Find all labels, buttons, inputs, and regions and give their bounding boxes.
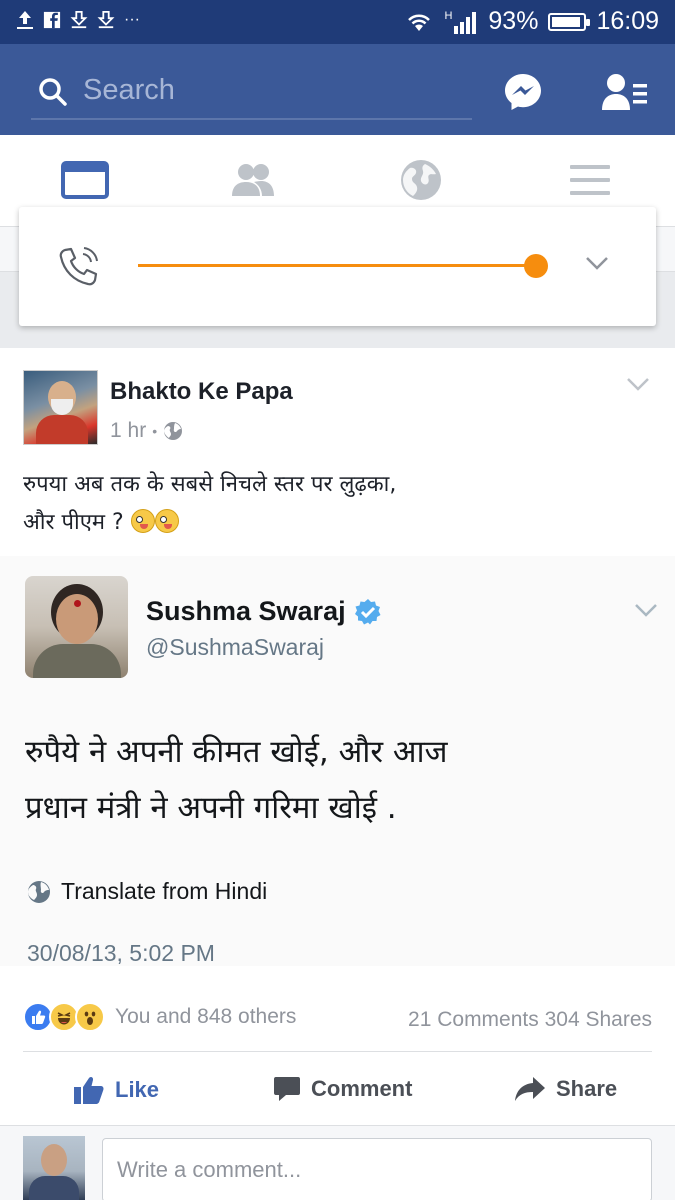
app-bar (0, 44, 675, 135)
tab-friends[interactable] (223, 155, 283, 205)
battery-fill (552, 16, 581, 27)
globe-icon (401, 160, 441, 200)
tweet-globe-icon (28, 880, 50, 903)
news-feed-icon (61, 161, 109, 199)
tweet-text: रुपैये ने अपनी कीमत खोई, और आज प्रधान मं… (25, 724, 655, 836)
meta-separator: • (152, 423, 158, 439)
signal-indicator: H (444, 10, 478, 34)
post-text-line-2-row: और पीएम ? (23, 504, 643, 542)
verified-badge-icon (354, 598, 381, 624)
tweet-chevron-icon (635, 604, 657, 617)
tweet-author-avatar (25, 576, 128, 678)
battery-percent: 93% (488, 7, 539, 35)
like-button[interactable]: Like (73, 1075, 159, 1105)
post-options-chevron-icon[interactable] (626, 376, 650, 392)
comment-button[interactable]: Comment (273, 1075, 412, 1103)
comment-label: Comment (311, 1076, 413, 1101)
battery-icon (548, 12, 591, 31)
call-progress-track (138, 264, 536, 267)
friends-icon (232, 164, 274, 196)
globe-privacy-icon (164, 422, 183, 440)
search-input[interactable] (83, 70, 463, 110)
call-progress-handle[interactable] (524, 254, 548, 278)
tab-notifications[interactable] (391, 155, 451, 205)
crazy-face-emoji-icon-2 (154, 509, 179, 533)
post-actions: Like Comment Share (0, 1053, 675, 1129)
crazy-face-emoji-icon (130, 509, 155, 533)
post-text-line-1: रुपया अब तक के सबसे निचले स्तर पर लुढ़का… (23, 472, 397, 497)
tweet-text-line-1: रुपैये ने अपनी कीमत खोई, और आज (25, 734, 448, 770)
download-icon (70, 11, 88, 29)
call-popup[interactable] (19, 207, 656, 326)
tweet-translate-label: Translate from Hindi (61, 878, 268, 904)
like-label: Like (115, 1077, 160, 1102)
divider (23, 1051, 652, 1052)
wifi-icon (408, 14, 431, 31)
status-bar: ··· H 93% 16:09 (0, 0, 675, 44)
share-label: Share (556, 1076, 618, 1101)
tweet-author-name-row: Sushma Swaraj (146, 596, 382, 627)
clock: 16:09 (596, 7, 659, 35)
post-author[interactable]: Bhakto Ke Papa (110, 378, 293, 406)
tweet-translate: Translate from Hindi (27, 878, 267, 905)
reactions-summary[interactable]: You and 848 others (23, 1002, 296, 1032)
post-text-line-2: और पीएम ? (23, 510, 124, 535)
share-icon (515, 1077, 545, 1101)
friend-requests-icon[interactable] (600, 72, 648, 112)
tab-news-feed[interactable] (55, 155, 115, 205)
tab-menu[interactable] (560, 155, 620, 205)
current-user-avatar (23, 1136, 85, 1200)
tweet-author-name: Sushma Swaraj (146, 596, 346, 626)
comment-icon (274, 1077, 300, 1101)
tweet-date: 30/08/13, 5:02 PM (27, 940, 215, 966)
post-time[interactable]: 1 hr (110, 419, 146, 443)
download-icon-2 (97, 11, 115, 29)
search-icon (39, 78, 67, 106)
post-meta: 1 hr • (110, 419, 183, 443)
author-avatar[interactable] (23, 370, 98, 445)
comment-composer (0, 1126, 675, 1200)
shared-tweet-image[interactable]: Sushma Swaraj @SushmaSwaraj रुपैये ने अप… (0, 556, 675, 966)
upload-icon (17, 11, 33, 29)
tweet-text-line-2: प्रधान मंत्री ने अपनी गरिमा खोई . (25, 790, 397, 826)
chevron-down-icon[interactable] (585, 255, 609, 271)
more-notifications-icon: ··· (124, 11, 140, 28)
status-right: H 93% 16:09 (404, 7, 659, 36)
facebook-notification-icon (43, 11, 61, 29)
status-left-icons: ··· (16, 9, 140, 31)
comments-shares-count[interactable]: 21 Comments 304 Shares (408, 1008, 652, 1032)
search-box[interactable] (31, 68, 472, 120)
signal-icon (454, 11, 477, 34)
menu-icon (570, 165, 610, 195)
reactions-text: You and 848 others (115, 1005, 297, 1028)
messenger-icon[interactable] (503, 72, 543, 112)
tweet-author-handle: @SushmaSwaraj (146, 634, 325, 660)
post-card: Bhakto Ke Papa 1 hr • रुपया अब तक के सबस… (0, 348, 675, 1200)
post-text: रुपया अब तक के सबसे निचले स्तर पर लुढ़का… (23, 466, 643, 542)
share-button[interactable]: Share (514, 1075, 617, 1103)
phone-call-icon (59, 247, 98, 286)
comment-input[interactable] (102, 1138, 652, 1200)
wow-reaction-icon (75, 1002, 105, 1032)
network-type-label: H (444, 9, 453, 22)
like-icon (74, 1076, 104, 1104)
